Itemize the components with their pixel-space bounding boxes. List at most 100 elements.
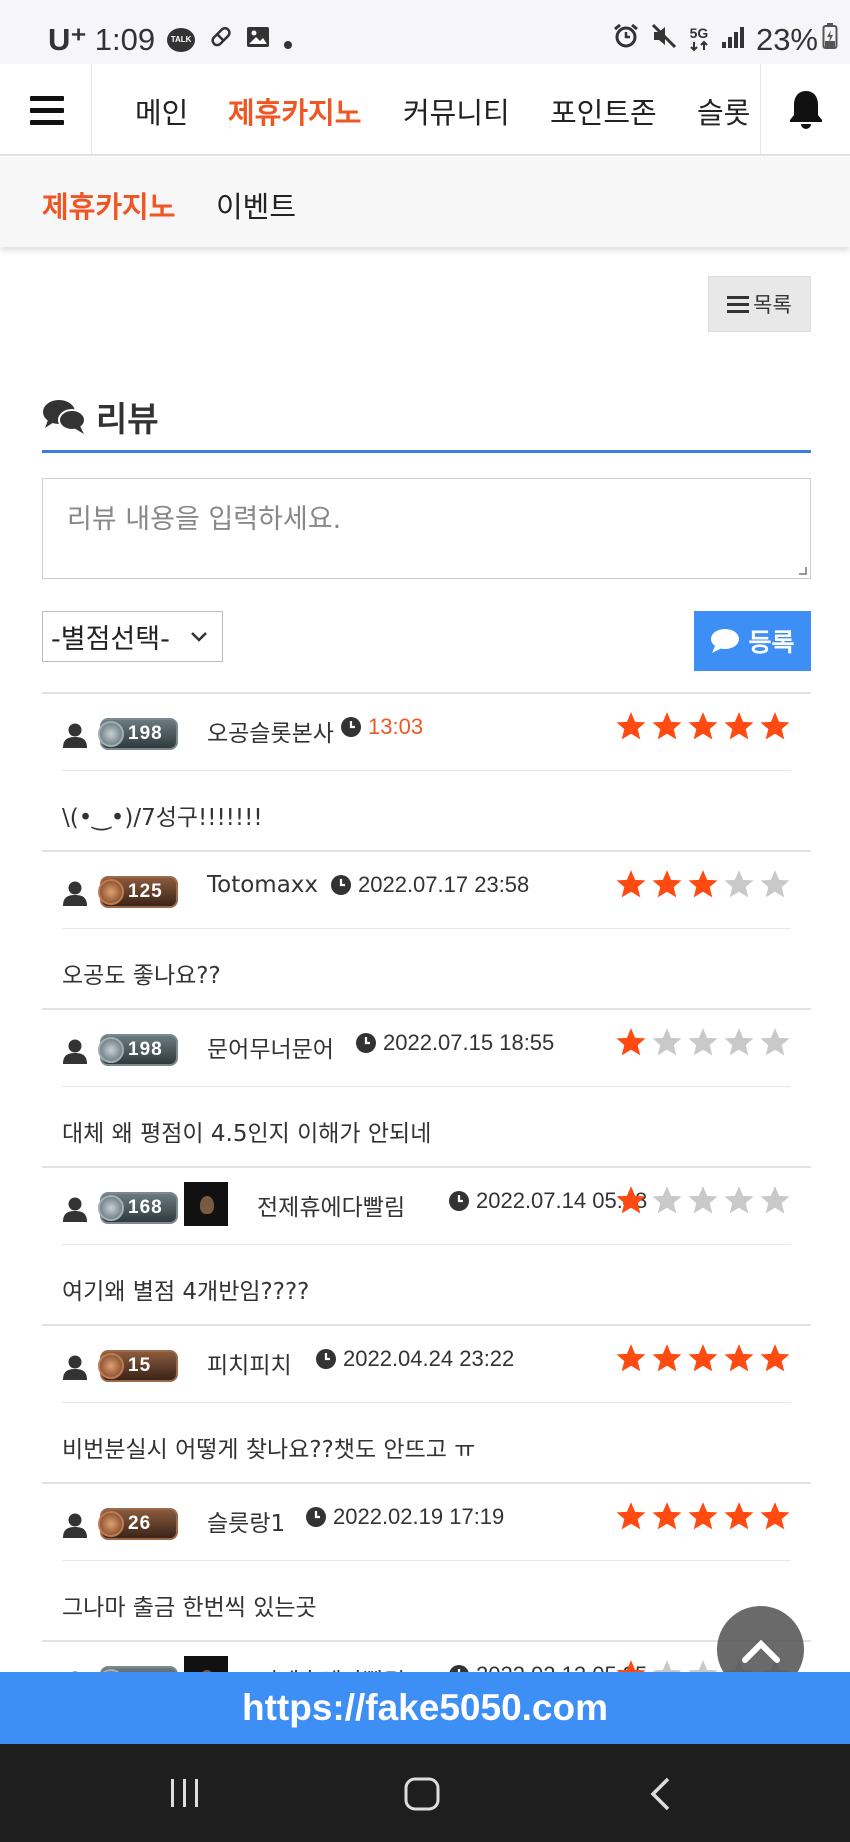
- review-item: 15 피치피치 2022.04.24 23:22 비번분실시 어떻게 찾나요??챗도 …: [42, 1324, 811, 1482]
- review-nickname[interactable]: 오공슬롯본사: [207, 714, 334, 748]
- review-date-text: 2022.07.15 18:55: [383, 1030, 555, 1055]
- review-date: 2022.02.19 17:19: [305, 1504, 504, 1530]
- review-date: 2022.04.24 23:22: [315, 1346, 514, 1372]
- star-icon: [688, 712, 718, 740]
- review-date: 13:03: [340, 714, 423, 740]
- user-icon: [63, 1513, 87, 1538]
- level-emblem-icon: [98, 879, 124, 905]
- star-rating: [612, 868, 792, 900]
- submit-review-button[interactable]: 등록: [694, 611, 811, 671]
- star-icon: [616, 712, 646, 740]
- nav-item-slot[interactable]: 슬롯: [697, 90, 750, 132]
- review-header: 리뷰: [42, 392, 159, 441]
- review-item: 198 문어무너문어 2022.07.15 18:55 대체 왜 평점이 4.5인지 …: [42, 1008, 811, 1166]
- hamburger-menu-button[interactable]: [0, 64, 92, 154]
- star-icon: [724, 1502, 754, 1530]
- review-date: 2022.07.17 23:58: [330, 872, 529, 898]
- avatar[interactable]: [184, 1182, 228, 1226]
- star-icon: [616, 870, 646, 898]
- list-button[interactable]: 목록: [708, 276, 811, 332]
- status-right: 5G 23%: [612, 22, 838, 58]
- review-date: 2022.07.15 18:55: [355, 1030, 554, 1056]
- review-nickname[interactable]: 슬릇랑1: [207, 1504, 285, 1538]
- star-icon: [688, 1028, 718, 1056]
- clock-icon: [356, 1033, 376, 1053]
- rating-select[interactable]: -별점선택-: [42, 611, 223, 662]
- subnav-partner-casino[interactable]: 제휴카지노: [42, 184, 175, 226]
- star-icon: [724, 870, 754, 898]
- pill-icon: [207, 22, 233, 58]
- clock-icon: [316, 1349, 336, 1369]
- star-icon: [688, 870, 718, 898]
- level-number: 198: [128, 723, 163, 744]
- level-emblem-icon: [98, 1037, 124, 1063]
- level-badge: 125: [98, 876, 178, 908]
- star-icon: [760, 1344, 790, 1372]
- review-textarea[interactable]: 리뷰 내용을 입력하세요.: [42, 478, 811, 579]
- review-content: 여기왜 별점 4개반임????: [62, 1279, 310, 1305]
- level-emblem-icon: [98, 1511, 124, 1537]
- review-divider: [62, 928, 791, 929]
- star-icon: [760, 1502, 790, 1530]
- star-icon: [760, 1186, 790, 1214]
- sub-nav: 제휴카지노 이벤트: [0, 157, 850, 247]
- url-banner[interactable]: https://fake5050.com: [0, 1672, 850, 1744]
- review-date-text: 2022.04.24 23:22: [343, 1346, 515, 1371]
- rating-select-value: -별점선택-: [51, 624, 170, 655]
- clock: 1:09: [94, 22, 156, 57]
- review-placeholder: 리뷰 내용을 입력하세요.: [67, 504, 342, 535]
- review-divider: [62, 770, 791, 771]
- nav-item-community[interactable]: 커뮤니티: [403, 90, 510, 132]
- level-number: 125: [128, 881, 163, 902]
- star-icon: [652, 712, 682, 740]
- star-icon: [652, 870, 682, 898]
- list-icon: [727, 296, 750, 313]
- system-nav-bar: [0, 1744, 850, 1842]
- review-title: 리뷰: [96, 400, 159, 440]
- review-meta: 125 Totomaxx 2022.07.17 23:58: [62, 866, 792, 918]
- notification-button[interactable]: [760, 64, 850, 154]
- star-icon: [616, 1344, 646, 1372]
- nav-item-partner-casino[interactable]: 제휴카지노: [228, 90, 361, 132]
- review-nickname[interactable]: 문어무너문어: [207, 1030, 334, 1064]
- level-badge: 15: [98, 1350, 178, 1382]
- back-icon[interactable]: [648, 1776, 672, 1812]
- star-icon: [724, 712, 754, 740]
- recent-apps-icon[interactable]: [168, 1777, 202, 1809]
- star-rating: [612, 1342, 792, 1374]
- review-meta: 168 전제휴에다빨림 2022.07.14 05:48: [62, 1182, 792, 1234]
- battery-icon: [822, 22, 838, 58]
- level-number: 15: [128, 1355, 152, 1376]
- home-icon[interactable]: [404, 1777, 440, 1811]
- kakaotalk-icon: TALK: [167, 28, 196, 52]
- battery-percent: 23%: [755, 22, 818, 57]
- review-nickname[interactable]: 피치피치: [207, 1346, 292, 1380]
- review-meta: 198 문어무너문어 2022.07.15 18:55: [62, 1024, 792, 1076]
- review-content: 그나마 출금 한번씩 있는곳: [62, 1595, 317, 1621]
- level-emblem-icon: [98, 1195, 124, 1221]
- nav-item-main[interactable]: 메인: [135, 90, 188, 132]
- mute-icon: [650, 22, 678, 58]
- review-divider: [62, 1560, 791, 1561]
- review-item: 198 오공슬롯본사 13:03 \(•‿•)/7성구!!!!!!!: [42, 692, 811, 850]
- level-emblem-icon: [98, 721, 124, 747]
- review-meta: 198 오공슬롯본사 13:03: [62, 708, 792, 760]
- star-icon: [724, 1028, 754, 1056]
- star-rating: [612, 1184, 792, 1216]
- clock-icon: [331, 875, 351, 895]
- resize-handle[interactable]: [799, 567, 807, 575]
- star-icon: [688, 1502, 718, 1530]
- clock-icon: [341, 717, 361, 737]
- nav-item-point-zone[interactable]: 포인트존: [550, 90, 657, 132]
- star-icon: [760, 870, 790, 898]
- subnav-event[interactable]: 이벤트: [216, 184, 296, 226]
- review-item: 26 슬릇랑1 2022.02.19 17:19 그나마 출금 한번씩 있는곳: [42, 1482, 811, 1640]
- level-number: 198: [128, 1039, 163, 1060]
- star-icon: [652, 1344, 682, 1372]
- user-icon: [63, 1039, 87, 1064]
- review-nickname[interactable]: Totomaxx: [207, 872, 318, 898]
- star-icon: [652, 1186, 682, 1214]
- list-button-label: 목록: [753, 293, 792, 317]
- review-nickname[interactable]: 전제휴에다빨림: [257, 1188, 405, 1222]
- submit-label: 등록: [748, 628, 795, 657]
